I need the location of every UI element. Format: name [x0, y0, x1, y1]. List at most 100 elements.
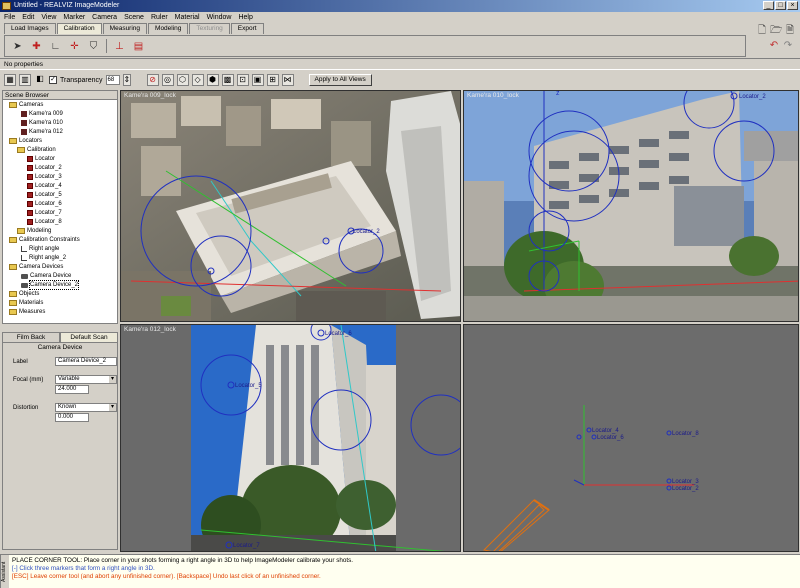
- focal-value-input[interactable]: 24.000: [55, 385, 89, 394]
- distortion-mode-select[interactable]: Known: [55, 403, 117, 412]
- locator-icon: [27, 219, 33, 225]
- menu-material[interactable]: Material: [175, 12, 200, 23]
- transparency-input[interactable]: 68: [105, 75, 120, 85]
- show-locators-icon[interactable]: ◎: [161, 74, 174, 86]
- tree-item[interactable]: Kame'ra 009: [21, 110, 63, 118]
- tree-item[interactable]: Locator_8: [27, 218, 62, 226]
- calibrate-tool-icon[interactable]: ▤: [132, 40, 145, 53]
- show-solid-icon[interactable]: ⬢: [206, 74, 219, 86]
- street-photo: Locator_2 z: [464, 91, 798, 321]
- show-axes-icon[interactable]: ⊞: [266, 74, 279, 86]
- tab-default-scan[interactable]: Default Scan: [60, 332, 118, 342]
- distortion-value-input[interactable]: 0.000: [55, 413, 89, 422]
- tree-item[interactable]: Locator_3: [27, 173, 62, 181]
- device-label-input[interactable]: Camera Device_2: [55, 357, 117, 366]
- viewport-top-left[interactable]: Locator_2 Kame'ra 009_lock: [120, 90, 461, 322]
- tree-item-label: Right angle: [29, 246, 60, 252]
- locator-icon: [27, 201, 33, 207]
- view-layout-icon[interactable]: ▥: [19, 74, 31, 86]
- viewport-bottom-left[interactable]: Locator_5 Locator_6 Locator_7 Kame'ra 01…: [120, 324, 461, 552]
- menu-camera[interactable]: Camera: [92, 12, 117, 23]
- tree-item[interactable]: Locator_5: [27, 191, 62, 199]
- menu-edit[interactable]: Edit: [22, 12, 34, 23]
- tree-item[interactable]: Camera Devices: [9, 263, 63, 271]
- focal-mode-select[interactable]: Variable: [55, 375, 117, 384]
- apply-to-all-views-button[interactable]: Apply to All Views: [308, 74, 372, 86]
- viewport-top-right[interactable]: Locator_2 z Kame'ra 010_lock: [463, 90, 799, 322]
- tree-item-label: Locator: [35, 156, 56, 162]
- tab-export[interactable]: Export: [230, 23, 264, 34]
- locator-label: Locator_5: [235, 383, 262, 389]
- tab-texturing: Texturing: [189, 23, 230, 34]
- menu-scene[interactable]: Scene: [124, 12, 144, 23]
- tab-calibration[interactable]: Calibration: [56, 23, 102, 34]
- tree-item[interactable]: Locator_6: [27, 200, 62, 208]
- marker-tool-icon[interactable]: ✚: [30, 40, 43, 53]
- tree-item[interactable]: Cameras: [9, 101, 43, 109]
- menu-ruler[interactable]: Ruler: [151, 12, 168, 23]
- tree-item[interactable]: Kame'ra 010: [21, 119, 63, 127]
- tree-item[interactable]: Materials: [9, 299, 43, 307]
- locator-tool-icon[interactable]: ✛: [68, 40, 81, 53]
- transparency-checkbox[interactable]: ✓: [49, 76, 57, 84]
- constraint-tool-icon[interactable]: ⛉: [87, 40, 100, 53]
- transparency-spin-icon[interactable]: ⇕: [122, 74, 131, 86]
- menu-window[interactable]: Window: [207, 12, 232, 23]
- select-arrow-icon[interactable]: ➤: [11, 40, 24, 53]
- menu-help[interactable]: Help: [238, 12, 252, 23]
- tree-item[interactable]: Calibration: [17, 146, 56, 154]
- corner-tool-icon[interactable]: ∟: [49, 40, 62, 53]
- save-document-icon[interactable]: 🗎: [784, 25, 796, 37]
- tab-load-images[interactable]: Load Images: [4, 23, 56, 34]
- show-objects-icon[interactable]: ⬡: [176, 74, 189, 86]
- new-document-icon[interactable]: 🗋: [756, 25, 768, 37]
- tree-item[interactable]: Locator_7: [27, 209, 62, 217]
- maximize-button[interactable]: □: [775, 1, 786, 10]
- scene-browser: Scene Browser Cameras Kame'ra 009 Kame'ra …: [2, 90, 118, 324]
- calibration-toolbar: ➤ ✚ ∟ ✛ ⛉ ⊥ ▤: [4, 35, 746, 57]
- contrast-icon[interactable]: ◧: [34, 74, 46, 86]
- show-markers-icon[interactable]: ⊡: [236, 74, 249, 86]
- tree-item[interactable]: Locator_4: [27, 182, 62, 190]
- 3d-scene: Locator_4 Locator_6 Locator_8 Locator_3 …: [464, 325, 798, 551]
- close-button[interactable]: ×: [787, 1, 798, 10]
- tree-item[interactable]: Locator_2: [27, 164, 62, 172]
- viewport-title: Kame'ra 009_lock: [124, 92, 176, 99]
- tree-item-label: Locator_4: [35, 183, 62, 189]
- redo-icon[interactable]: ↷: [782, 40, 794, 52]
- axis-tool-icon[interactable]: ⊥: [113, 40, 126, 53]
- open-document-icon[interactable]: 🗁: [770, 25, 782, 37]
- tab-measuring[interactable]: Measuring: [102, 23, 148, 34]
- tree-item[interactable]: Locators: [9, 137, 42, 145]
- show-images-icon[interactable]: ▣: [251, 74, 264, 86]
- tab-film-back[interactable]: Film Back: [2, 332, 60, 342]
- assistant-line-3: [ESC] Leave corner tool (and abort any u…: [12, 573, 321, 580]
- tree-item[interactable]: Right angle_2: [21, 254, 66, 262]
- show-grid-icon[interactable]: ▩: [221, 74, 234, 86]
- menu-file[interactable]: File: [4, 12, 15, 23]
- menu-view[interactable]: View: [41, 12, 56, 23]
- minimize-button[interactable]: _: [763, 1, 774, 10]
- tree-item-label: Locators: [19, 138, 43, 144]
- show-wireframe-icon[interactable]: ◇: [191, 74, 204, 86]
- show-rulers-icon[interactable]: ⋈: [281, 74, 294, 86]
- viewport-bottom-right[interactable]: Locator_4 Locator_6 Locator_8 Locator_3 …: [463, 324, 799, 552]
- tree-item[interactable]: Calibration Constraints: [9, 236, 80, 244]
- locator-label: Locator_2: [739, 94, 766, 100]
- tree-item[interactable]: Camera Device_2: [21, 280, 80, 290]
- tree-item[interactable]: Measures: [9, 308, 45, 316]
- assistant-line-1: PLACE CORNER TOOL: Place corner in your …: [12, 557, 354, 564]
- tree-item[interactable]: Objects: [9, 290, 39, 298]
- tree-item[interactable]: Modeling: [17, 227, 51, 235]
- tree-item[interactable]: Camera Device: [21, 272, 71, 280]
- tab-modeling[interactable]: Modeling: [148, 23, 189, 34]
- title-bar: Untitled - REALVIZ ImageModeler _ □ ×: [0, 0, 800, 12]
- tree-item[interactable]: Locator: [27, 155, 55, 163]
- hide-cameras-icon[interactable]: ⊘: [146, 74, 159, 86]
- menu-marker[interactable]: Marker: [63, 12, 85, 23]
- view-mode-icon[interactable]: ▦: [4, 74, 16, 86]
- tree-item[interactable]: Kame'ra 012: [21, 128, 63, 136]
- locator-icon: [27, 183, 33, 189]
- tree-item[interactable]: Right angle: [21, 245, 59, 253]
- undo-icon[interactable]: ↶: [768, 40, 780, 52]
